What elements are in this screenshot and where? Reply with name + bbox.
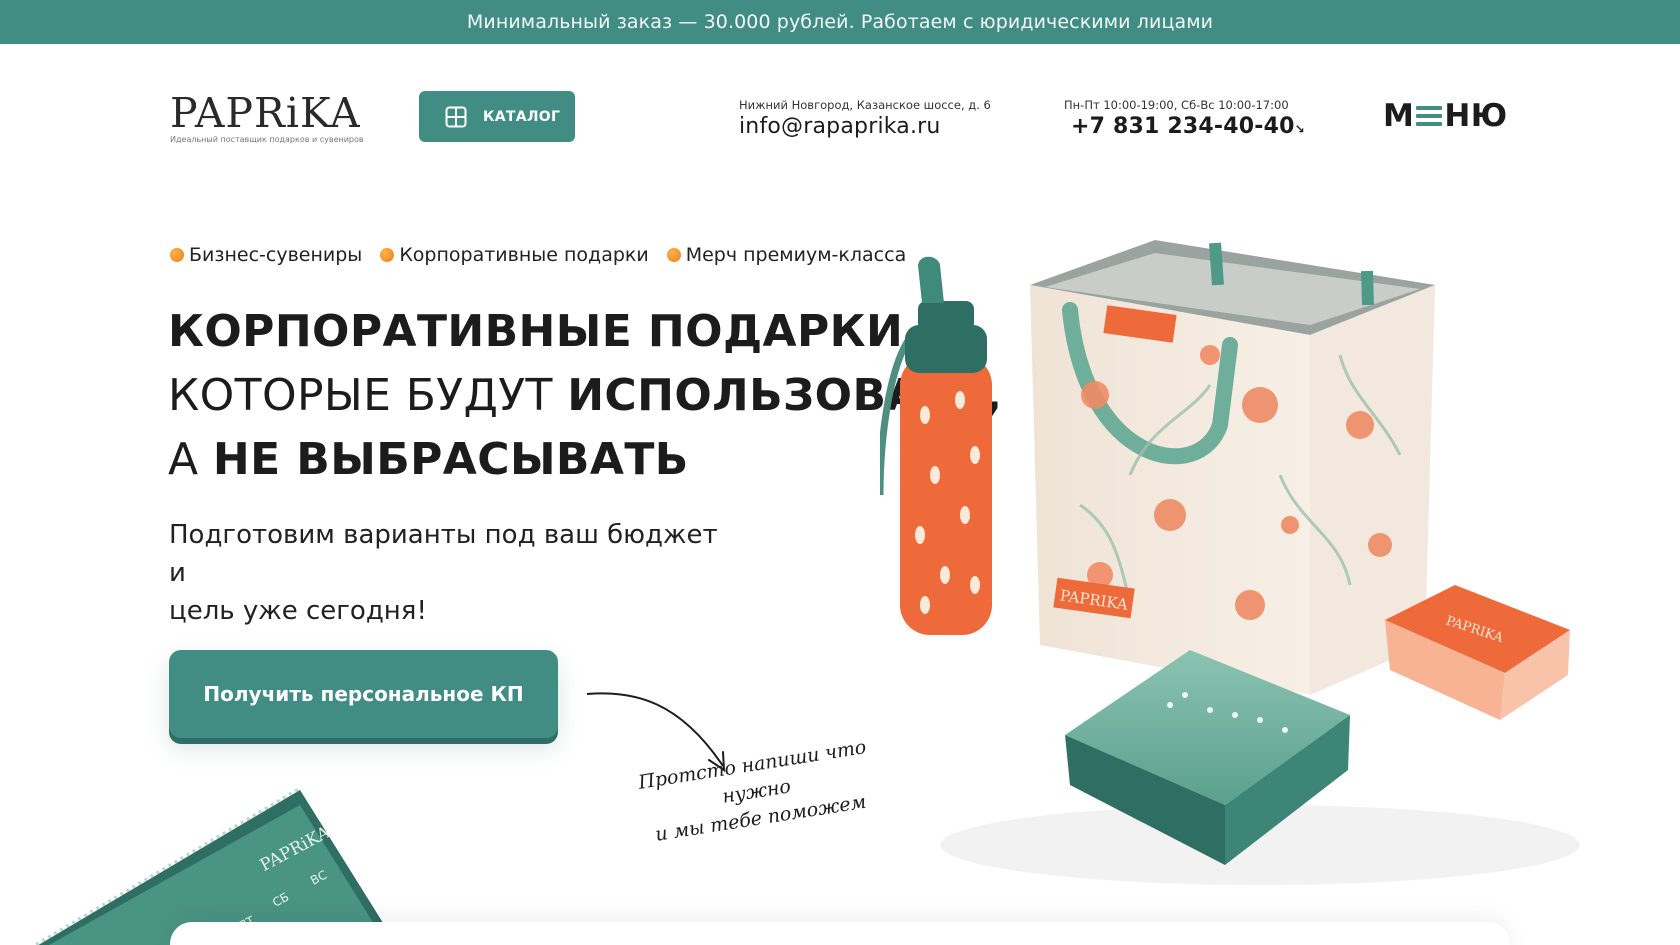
logo-wordmark: PAPRiKA bbox=[170, 89, 361, 137]
water-bottle-illustration bbox=[880, 256, 992, 635]
hero-tag-label: Бизнес-сувениры bbox=[189, 244, 363, 266]
product-illustration: PAPRIKA PAPRIKA bbox=[880, 240, 1580, 885]
tote-bag-illustration: PAPRIKA bbox=[1030, 240, 1435, 695]
hero-title-bold: НЕ ВЫБРАСЫВАТЬ bbox=[212, 434, 689, 485]
address-text: Нижний Новгород, Казанское шоссе, д. 6 bbox=[739, 98, 991, 112]
logo[interactable]: PAPRiKA Идеальный поставщик подарков и с… bbox=[170, 92, 370, 144]
working-hours-text: Пн-Пт 10:00-19:00, Сб-Вс 10:00-17:00 bbox=[1064, 98, 1289, 112]
desk-calendar-illustration: PAPRiKA ПТ СБ ВС 1 bbox=[32, 786, 397, 945]
hero-title-line-3: А НЕ ВЫБРАСЫВАТЬ bbox=[168, 428, 928, 492]
announcement-text: Минимальный заказ — 30.000 рублей. Работ… bbox=[466, 11, 1214, 33]
hero-subtitle-line: Подготовим варианты под ваш бюджет и bbox=[169, 520, 718, 588]
hero-tags: Бизнес-сувениры Корпоративные подарки Ме… bbox=[170, 244, 906, 266]
orange-dot-icon bbox=[666, 248, 681, 262]
hero-title-bold: КОРПОРАТИВНЫЕ ПОДАРКИ, bbox=[168, 306, 921, 357]
phone-number: +7 831 234-40-40 bbox=[1071, 114, 1295, 139]
contact-phone-block: Пн-Пт 10:00-19:00, Сб-Вс 10:00-17:00 +7 … bbox=[1064, 98, 1305, 139]
hero-title-thin: КОТОРЫЕ БУДУТ bbox=[168, 370, 568, 421]
top-announcement-bar: Минимальный заказ — 30.000 рублей. Работ… bbox=[0, 0, 1680, 44]
menu-label-right: НЮ bbox=[1444, 98, 1508, 134]
hero-title-thin: А bbox=[168, 434, 213, 485]
menu-button[interactable]: М НЮ bbox=[1383, 96, 1508, 136]
hero-title: КОРПОРАТИВНЫЕ ПОДАРКИ, КОТОРЫЕ БУДУТ ИСП… bbox=[168, 300, 1002, 492]
orange-dot-icon bbox=[170, 248, 184, 262]
hero-title-line-1: КОРПОРАТИВНЫЕ ПОДАРКИ, bbox=[168, 300, 928, 364]
next-section-card bbox=[170, 922, 1510, 945]
hero-subtitle-line: цель уже сегодня! bbox=[169, 596, 427, 626]
menu-label-left: М bbox=[1383, 98, 1415, 134]
hero-tag: Мерч премиум-класса bbox=[666, 244, 907, 266]
email-link[interactable]: info@rapaprika.ru bbox=[739, 114, 991, 139]
phone-link[interactable]: +7 831 234-40-40↘ bbox=[1064, 114, 1305, 139]
contact-email-block: Нижний Новгород, Казанское шоссе, д. 6 i… bbox=[739, 98, 991, 139]
hero-tag: Корпоративные подарки bbox=[380, 244, 649, 266]
hero-tag: Бизнес-сувениры bbox=[170, 244, 362, 266]
grid-icon bbox=[445, 106, 467, 127]
hero-tag-label: Мерч премиум-класса bbox=[685, 244, 907, 266]
catalog-button[interactable]: КАТАЛОГ bbox=[419, 91, 575, 142]
arrow-down-right-icon: ↘ bbox=[1294, 122, 1305, 136]
landing-page: Минимальный заказ — 30.000 рублей. Работ… bbox=[0, 0, 1680, 945]
orange-dot-icon bbox=[380, 248, 395, 262]
hero-subtitle: Подготовим варианты под ваш бюджет и цел… bbox=[169, 516, 729, 630]
hero-tag-label: Корпоративные подарки bbox=[399, 244, 649, 266]
hero-title-line-2: КОТОРЫЕ БУДУТ ИСПОЛЬЗОВАТЬ, bbox=[168, 364, 1002, 428]
hamburger-icon bbox=[1416, 105, 1443, 127]
catalog-button-label: КАТАЛОГ bbox=[483, 108, 561, 125]
get-offer-button[interactable]: Получить персональное КП bbox=[169, 650, 558, 738]
